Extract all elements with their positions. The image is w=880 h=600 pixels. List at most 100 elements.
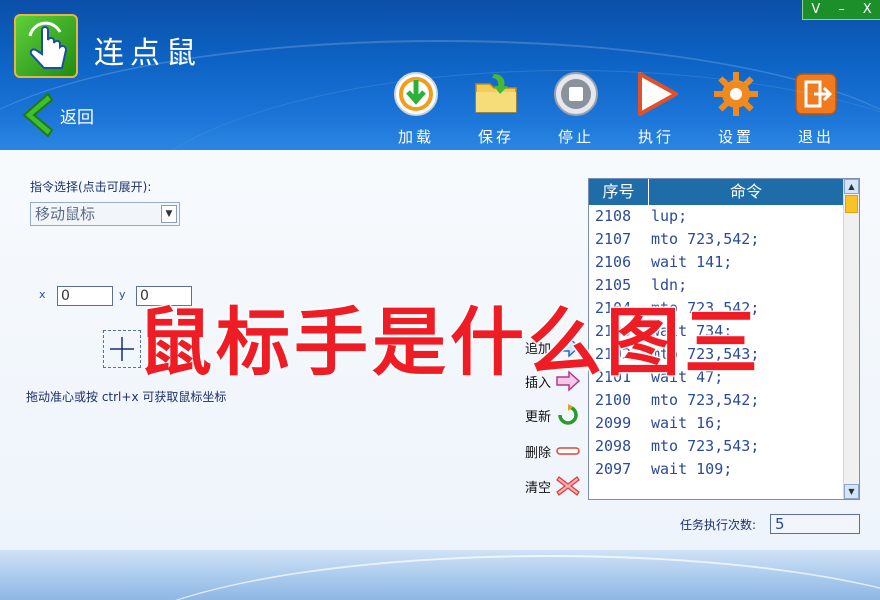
insert-arrow-icon	[556, 370, 581, 392]
menu-v-button[interactable]: V	[803, 0, 829, 19]
settings-label: 设置	[717, 128, 754, 146]
refresh-icon	[558, 404, 578, 425]
clear-button[interactable]: 清空	[525, 475, 581, 497]
row-number: 2101	[595, 368, 632, 386]
row-number: 2106	[595, 253, 632, 271]
clear-label: 清空	[525, 480, 552, 496]
row-number: 2105	[595, 276, 632, 294]
close-button[interactable]: X	[854, 0, 880, 19]
back-chevron-icon	[22, 92, 54, 138]
back-label: 返回	[60, 107, 94, 128]
save-button[interactable]: 保存	[466, 70, 526, 147]
hand-cursor-icon	[28, 21, 68, 69]
exit-button[interactable]: 退出	[786, 70, 846, 147]
save-folder-icon	[475, 74, 517, 113]
gear-icon	[714, 72, 758, 116]
crosshair-drag-target[interactable]	[103, 330, 141, 368]
row-command: mto 723,542;	[651, 299, 760, 317]
row-number: 2098	[595, 437, 632, 455]
row-command: mto 723,543;	[651, 345, 760, 363]
execute-label: 执行	[637, 128, 674, 146]
row-number: 2103	[595, 322, 632, 340]
row-command: wait 109;	[651, 460, 733, 478]
row-number: 2099	[595, 414, 632, 432]
command-list[interactable]: 序号 命令 2108 lup; 2107 mto 723,542; 2106 wait 1…	[588, 178, 860, 500]
command-list-header: 序号 命令	[589, 179, 843, 205]
row-number: 2100	[595, 391, 632, 409]
table-row[interactable]: 2107 mto 723,542;	[589, 228, 843, 251]
insert-label: 插入	[525, 375, 552, 391]
table-row[interactable]: 2098 mto 723,543;	[589, 435, 843, 458]
row-number: 2104	[595, 299, 632, 317]
app-title: 连点鼠	[94, 36, 202, 71]
task-count-input[interactable]: 5	[770, 514, 860, 534]
main-panel: 指令选择(点击可展开): 移动鼠标 ▼ x 0 y 0 拖动准心或按 ctrl+…	[0, 150, 880, 550]
table-row[interactable]: 2099 wait 16;	[589, 412, 843, 435]
append-label: 追加	[525, 341, 552, 357]
x-coordinate-input[interactable]: 0	[57, 286, 113, 306]
table-row[interactable]: 2100 mto 723,542;	[589, 389, 843, 412]
row-number: 2102	[595, 345, 632, 363]
row-command: ldn;	[651, 276, 688, 294]
y-label: y	[119, 288, 126, 301]
hint-text: 拖动准心或按 ctrl+x 可获取鼠标坐标	[26, 390, 227, 404]
row-command: mto 723,542;	[651, 391, 760, 409]
row-command: wait 734;	[651, 322, 733, 340]
table-row[interactable]: 2104 mto 723,542;	[589, 297, 843, 320]
delete-button[interactable]: 删除	[525, 440, 581, 462]
scroll-thumb[interactable]	[845, 195, 858, 213]
command-rows: 2108 lup; 2107 mto 723,542; 2106 wait 141; 210…	[589, 205, 843, 481]
chevron-down-icon[interactable]: ▼	[161, 205, 177, 223]
scroll-down-icon[interactable]: ▼	[844, 484, 859, 499]
table-row[interactable]: 2103 wait 734;	[589, 320, 843, 343]
append-arrow-icon	[556, 336, 581, 358]
scrollbar[interactable]: ▲ ▼	[843, 179, 859, 499]
app-logo	[14, 14, 78, 78]
table-row[interactable]: 2108 lup;	[589, 205, 843, 228]
minimize-button[interactable]: –	[829, 0, 855, 19]
crosshair-icon	[110, 337, 134, 361]
row-command: lup;	[651, 207, 688, 225]
row-command: mto 723,543;	[651, 437, 760, 455]
table-row[interactable]: 2106 wait 141;	[589, 251, 843, 274]
play-icon	[638, 72, 678, 116]
delete-minus-icon	[556, 447, 580, 455]
update-button[interactable]: 更新	[525, 404, 581, 426]
settings-button[interactable]: 设置	[706, 70, 766, 147]
row-command: wait 141;	[651, 253, 733, 271]
load-button[interactable]: 加载	[386, 70, 446, 147]
row-number: 2107	[595, 230, 632, 248]
table-row[interactable]: 2102 mto 723,543;	[589, 343, 843, 366]
row-number: 2097	[595, 460, 632, 478]
append-button[interactable]: 追加	[525, 336, 581, 358]
table-row[interactable]: 2105 ldn;	[589, 274, 843, 297]
load-label: 加载	[397, 128, 434, 146]
header-number: 序号	[589, 179, 649, 205]
x-label: x	[39, 288, 46, 301]
exit-label: 退出	[797, 128, 834, 146]
update-label: 更新	[525, 409, 552, 425]
command-select-value: 移动鼠标	[35, 205, 96, 223]
row-command: mto 723,542;	[651, 230, 760, 248]
exit-icon	[795, 73, 837, 115]
header-command: 命令	[729, 182, 762, 201]
stop-icon	[554, 72, 598, 116]
row-number: 2108	[595, 207, 632, 225]
table-row[interactable]: 2101 wait 47;	[589, 366, 843, 389]
back-button[interactable]: 返回	[18, 92, 94, 138]
stop-label: 停止	[557, 128, 594, 146]
row-command: wait 16;	[651, 414, 724, 432]
insert-button[interactable]: 插入	[525, 370, 581, 392]
row-command: wait 47;	[651, 368, 724, 386]
command-select[interactable]: 移动鼠标 ▼	[30, 202, 180, 226]
scroll-up-icon[interactable]: ▲	[844, 179, 859, 194]
clear-x-icon	[556, 476, 580, 496]
window-controls: V – X	[802, 0, 880, 20]
load-icon	[394, 72, 438, 116]
command-select-label: 指令选择(点击可展开):	[30, 180, 152, 194]
save-label: 保存	[477, 128, 514, 146]
stop-button[interactable]: 停止	[546, 70, 606, 147]
y-coordinate-input[interactable]: 0	[136, 286, 192, 306]
execute-button[interactable]: 执行	[626, 70, 686, 147]
table-row[interactable]: 2097 wait 109;	[589, 458, 843, 481]
